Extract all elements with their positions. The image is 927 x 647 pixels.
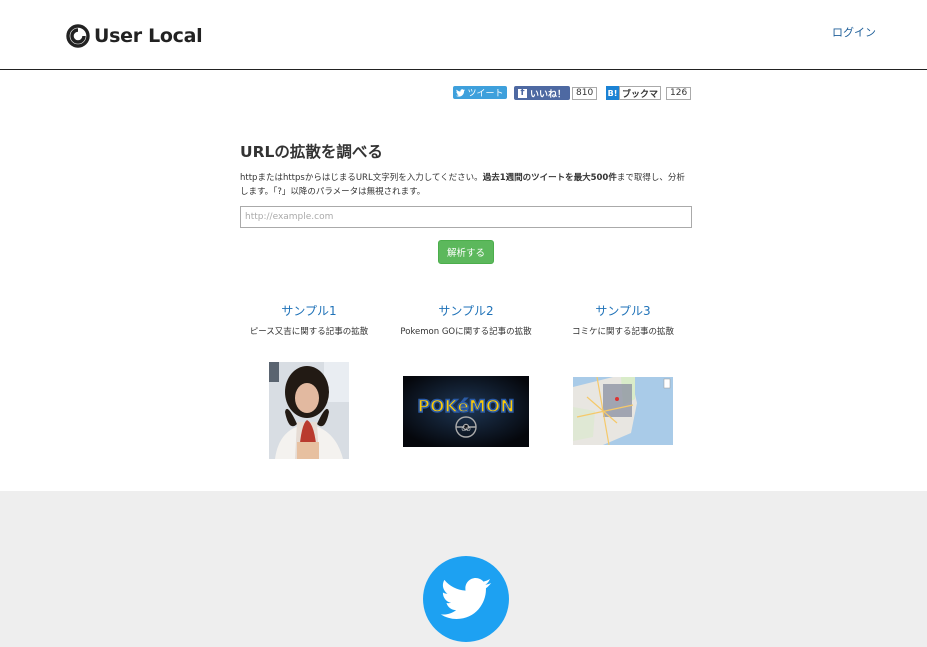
desc-bold-text: 過去1週間のツイートを最大500件: [482, 173, 617, 183]
sample-1-thumbnail[interactable]: [269, 362, 349, 459]
twitter-bird-small-icon: [456, 88, 466, 97]
hatena-count[interactable]: 126: [666, 86, 692, 100]
sample-3-thumbnail[interactable]: [573, 377, 673, 445]
login-link[interactable]: ログイン: [832, 24, 876, 40]
form-description: httpまたはhttpsからはじまるURL文字列を入力してください。過去1週間の…: [240, 171, 692, 199]
pokemon-logo-text: POKéMON: [418, 397, 515, 417]
tweet-button[interactable]: ツイート: [453, 86, 507, 99]
sample-1-desc: ピース又吉に関する記事の拡散: [249, 327, 369, 337]
facebook-like-button[interactable]: f いいね！ 810: [514, 86, 598, 100]
hatena-bookmark-button[interactable]: B! ブックマ 126: [606, 86, 692, 100]
tweet-label: ツイート: [467, 89, 504, 99]
hatena-b-icon: B!: [606, 86, 619, 100]
sample-2-link[interactable]: サンプル2: [438, 304, 493, 318]
fb-like-box[interactable]: f いいね！: [514, 86, 571, 100]
sample-3-link[interactable]: サンプル3: [595, 304, 650, 318]
sample-1: サンプル1 ピース又吉に関する記事の拡散: [239, 300, 379, 339]
sample-2-desc: Pokemon GOに関する記事の拡散: [400, 327, 532, 337]
fb-like-count: 810: [572, 86, 598, 100]
twitter-bird-icon: [440, 578, 492, 619]
facebook-f-icon: f: [518, 88, 527, 98]
url-input[interactable]: [240, 206, 692, 228]
logo-text: User Local: [94, 25, 203, 47]
page-title: URLの拡散を調べる: [240, 143, 383, 161]
user-local-logo[interactable]: User Local: [66, 24, 203, 48]
pokemon-go-text: GO: [461, 426, 471, 433]
twitter-bird-badge: [423, 556, 509, 642]
site-header: User Local ログイン: [0, 0, 927, 70]
analyze-button[interactable]: 解析する: [438, 240, 494, 264]
fb-like-label: いいね！: [530, 89, 567, 100]
hatena-label: ブックマ: [619, 86, 662, 100]
desc-text-1: httpまたはhttpsからはじまるURL文字列を入力してください。: [240, 173, 483, 183]
sample-1-link[interactable]: サンプル1: [281, 304, 336, 318]
sample-3: サンプル3 コミケに関する記事の拡散: [556, 300, 690, 339]
sample-3-desc: コミケに関する記事の拡散: [571, 327, 674, 337]
url-form-section: URLの拡散を調べる httpまたはhttpsからはじまるURL文字列を入力して…: [240, 140, 692, 228]
sample-2-thumbnail[interactable]: POKéMON GO: [403, 376, 529, 447]
sample-2: サンプル2 Pokemon GOに関する記事の拡散: [399, 300, 533, 339]
user-local-logo-icon: [66, 24, 90, 48]
